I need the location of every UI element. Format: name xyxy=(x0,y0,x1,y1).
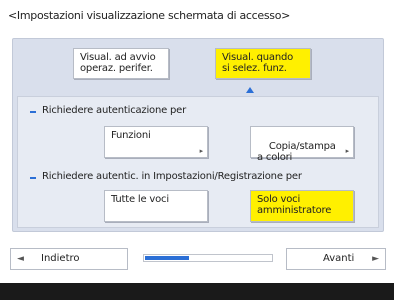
bullet-icon xyxy=(30,111,36,113)
progress-fill xyxy=(145,256,189,260)
arrow-right-icon: ► xyxy=(372,254,379,264)
corner-arrow-icon: ▸ xyxy=(345,147,350,155)
footer-nav: ◄ Indietro Avanti ► xyxy=(10,248,386,272)
back-label: Indietro xyxy=(41,253,80,264)
auth-heading: Richiedere autenticazione per xyxy=(42,105,187,116)
next-label: Avanti xyxy=(323,253,355,264)
back-button[interactable]: ◄ Indietro xyxy=(10,248,128,270)
display-on-peripheral-startup-button[interactable]: Visual. ad avvio operaz. perifer. xyxy=(73,48,169,79)
functions-button[interactable]: Funzioni ▸ xyxy=(104,126,208,158)
page-title: <Impostazioni visualizzazione schermata … xyxy=(8,9,291,22)
bottom-bar xyxy=(0,283,394,300)
selected-indicator-icon xyxy=(246,87,254,93)
progress-bar xyxy=(143,254,273,262)
arrow-left-icon: ◄ xyxy=(17,254,24,264)
all-items-button[interactable]: Tutte le voci xyxy=(104,190,208,222)
color-copy-print-button[interactable]: Copia/stampa a colori ▸ xyxy=(250,126,354,163)
functions-label: Funzioni xyxy=(111,130,151,141)
registration-heading: Richiedere autentic. in Impostazioni/Reg… xyxy=(42,171,302,182)
display-on-function-select-button[interactable]: Visual. quando si selez. funz. xyxy=(215,48,311,79)
next-button[interactable]: Avanti ► xyxy=(286,248,386,270)
corner-arrow-icon: ▸ xyxy=(199,147,204,155)
admin-only-button[interactable]: Solo voci amministratore xyxy=(250,190,354,222)
color-copy-print-label: Copia/stampa a colori xyxy=(257,141,336,163)
auth-subpanel: Richiedere autenticazione per Funzioni ▸… xyxy=(17,96,379,228)
bullet-icon xyxy=(30,177,36,179)
